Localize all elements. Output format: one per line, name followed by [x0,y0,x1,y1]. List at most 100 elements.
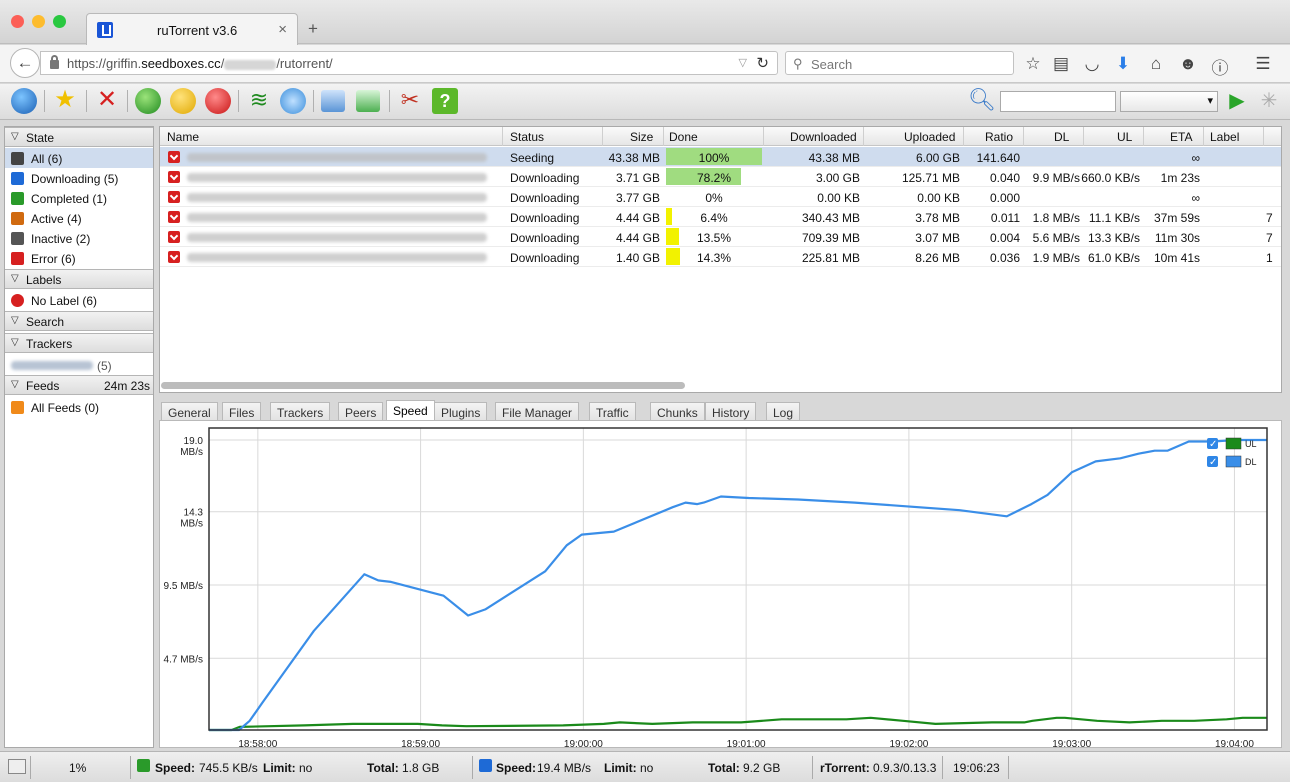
col-label[interactable]: Label [1210,130,1239,148]
eta-cell: ∞ [1191,151,1200,165]
help-icon[interactable]: ? [432,88,458,114]
browser-tab[interactable]: ruTorrent v3.6 × [86,13,298,45]
tracker-item[interactable]: (5) [5,355,153,375]
tab-chunks[interactable]: Chunks [650,402,705,420]
ratio-cell: 0.036 [989,251,1020,265]
settings-gear-icon[interactable] [280,88,306,114]
rss-icon[interactable]: ≋ [246,88,272,114]
torrent-status-icon [168,171,180,183]
legend-label: DL [1245,457,1257,467]
window-panel-icon[interactable] [321,90,345,112]
state-all[interactable]: All (6) [5,148,153,168]
start-icon[interactable] [135,88,161,114]
table-row[interactable]: Seeding 43.38 MB 100% 43.38 MB 6.00 GB 141.64… [160,147,1281,167]
bookmark-star-icon[interactable]: ☆ [1023,54,1043,74]
state-downloading[interactable]: Downloading (5) [5,168,153,188]
tab-peers[interactable]: Peers [338,402,384,420]
torrent-search-input[interactable] [1000,91,1116,112]
zoom-window-button[interactable] [53,15,66,28]
tools-icon[interactable]: ✂ [397,88,423,114]
url-dropdown-icon[interactable]: ▽ [739,56,747,69]
tab-log[interactable]: Log [766,402,801,420]
add-torrent-globe-icon[interactable] [11,88,37,114]
redacted-torrent-name [187,173,487,182]
done-cell: 0% [705,191,723,205]
reading-list-icon[interactable]: ▤ [1051,54,1071,74]
tab-file-manager[interactable]: File Manager [495,402,580,420]
close-window-button[interactable] [11,15,24,28]
redacted-torrent-name [187,213,487,222]
download-speed: 19.4 MB/s [537,761,592,775]
state-section-header[interactable]: ▽ State [5,127,153,147]
emoji-icon[interactable]: ☻ [1178,54,1198,74]
reload-icon[interactable]: ↻ [756,54,769,72]
trackers-section-header[interactable]: ▽ Trackers [5,333,153,353]
downloads-icon[interactable]: ⬇ [1113,54,1133,74]
dl-cell: 9.9 MB/s [1032,171,1080,185]
upload-limit[interactable]: no [299,761,312,775]
col-size[interactable]: Size [630,130,653,148]
downloaded-cell: 340.43 MB [801,211,860,225]
table-row[interactable]: Downloading 3.71 GB 78.2% 3.00 GB 125.71 MB 0… [160,167,1281,187]
table-row[interactable]: Downloading 1.40 GB 14.3% 225.81 MB 8.26 MB 0… [160,247,1281,267]
col-done[interactable]: Done [669,130,698,148]
feed-all-feeds[interactable]: All Feeds (0) [5,397,153,417]
table-horizontal-scrollbar[interactable] [161,382,685,389]
pocket-icon[interactable]: ◡ [1082,54,1102,74]
home-icon[interactable]: ⌂ [1146,54,1166,74]
col-ratio[interactable]: Ratio [985,130,1013,148]
info-icon[interactable]: ⓘ [1210,54,1230,79]
tab-speed[interactable]: Speed [386,400,435,421]
search-engine-select[interactable] [1120,91,1218,112]
new-tab-button[interactable]: + [308,19,318,39]
search-go-icon[interactable]: ▶ [1224,88,1250,114]
col-name[interactable]: Name [167,130,199,148]
stop-icon[interactable] [205,88,231,114]
state-completed[interactable]: Completed (1) [5,188,153,208]
menu-icon[interactable]: ☰ [1253,54,1273,74]
tab-general[interactable]: General [161,402,218,420]
favorite-star-icon[interactable]: ★ [52,88,78,114]
close-tab-icon[interactable]: × [278,21,287,38]
col-eta[interactable]: ETA [1170,130,1192,148]
col-dl[interactable]: DL [1054,130,1069,148]
col-status[interactable]: Status [510,130,544,148]
minimize-window-button[interactable] [32,15,45,28]
disk-percent: 1% [69,761,87,775]
feeds-section-header[interactable]: ▽ Feeds 24m 23s [5,375,153,395]
state-inactive[interactable]: Inactive (2) [5,228,153,248]
state-active[interactable]: Active (4) [5,208,153,228]
torrent-search-icon[interactable]: 🔍︎ [968,88,996,114]
pause-icon[interactable] [170,88,196,114]
ratio-cell: 0.000 [989,191,1020,205]
tab-files[interactable]: Files [222,402,262,420]
done-cell: 14.3% [696,251,732,265]
refresh-panel-icon[interactable] [356,90,380,112]
table-row[interactable]: Downloading 4.44 GB 13.5% 709.39 MB 3.07 MB 0… [160,227,1281,247]
back-button[interactable]: ← [10,48,40,78]
dl-cell: 5.6 MB/s [1032,231,1080,245]
tab-plugins[interactable]: Plugins [434,402,488,420]
state-error[interactable]: Error (6) [5,248,153,268]
tab-history[interactable]: History [705,402,757,420]
table-row[interactable]: Downloading 4.44 GB 6.4% 340.43 MB 3.78 MB 0.… [160,207,1281,227]
table-row[interactable]: Downloading 3.77 GB 0% 0.00 KB 0.00 KB 0.000 ∞ [160,187,1281,207]
label-no-label[interactable]: No Label (6) [5,290,153,310]
upload-speed: 745.5 KB/s [199,761,258,775]
remove-torrent-icon[interactable]: ✕ [94,88,120,114]
tab-traffic[interactable]: Traffic [589,402,636,420]
x-tick-label: 19:04:00 [1215,739,1254,747]
browser-search-input[interactable]: ⚲ Search [785,51,1014,75]
col-ul[interactable]: UL [1117,130,1132,148]
legend-swatch-ul [1225,437,1242,450]
details-tabs: General Files Trackers Peers Speed Plugins Fil… [159,400,1282,421]
col-downloaded[interactable]: Downloaded [790,130,857,148]
col-uploaded[interactable]: Uploaded [904,130,955,148]
labels-section-header[interactable]: ▽ Labels [5,269,153,289]
url-bar[interactable]: https://griffin.seedboxes.cc//rutorrent/… [40,51,778,75]
eta-cell: 11m 30s [1154,231,1200,245]
search-section-header[interactable]: ▽ Search [5,311,153,331]
tab-trackers[interactable]: Trackers [270,402,331,420]
download-limit[interactable]: no [640,761,653,775]
check-icon: ✓ [1209,457,1217,468]
